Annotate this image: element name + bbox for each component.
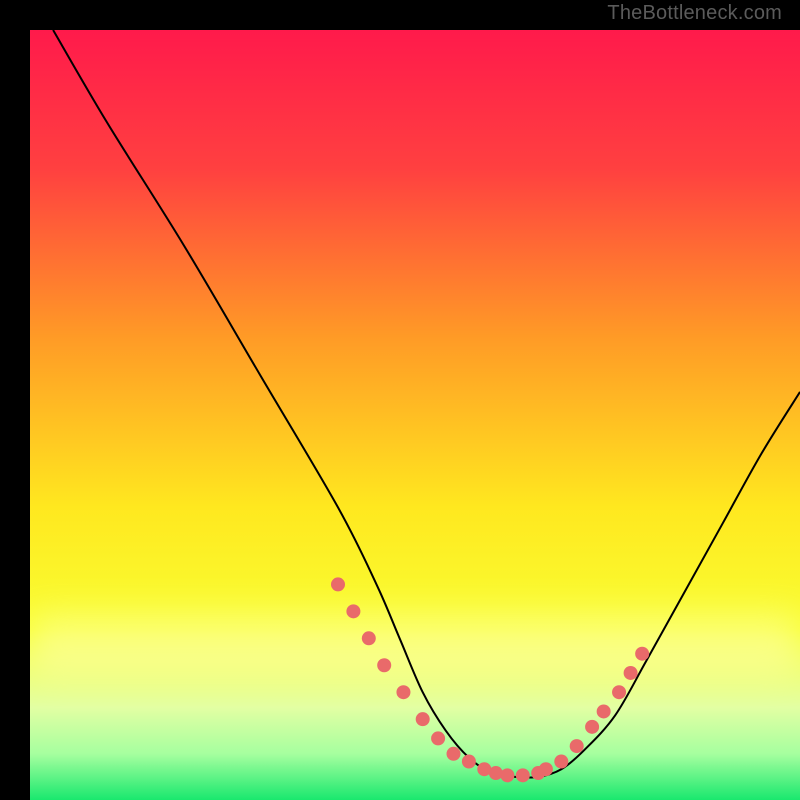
curve-marker	[539, 762, 553, 776]
curve-marker	[516, 768, 530, 782]
curve-marker	[346, 604, 360, 618]
curve-marker	[431, 731, 445, 745]
gradient-background	[30, 30, 800, 800]
highlight-band	[30, 615, 800, 675]
curve-marker	[570, 739, 584, 753]
curve-marker	[624, 666, 638, 680]
curve-marker	[331, 577, 345, 591]
curve-marker	[416, 712, 430, 726]
curve-marker	[585, 720, 599, 734]
curve-marker	[489, 766, 503, 780]
curve-marker	[377, 658, 391, 672]
curve-marker	[462, 755, 476, 769]
curve-marker	[396, 685, 410, 699]
curve-marker	[447, 747, 461, 761]
bottleneck-chart	[30, 30, 800, 800]
chart-frame	[15, 15, 785, 785]
curve-marker	[635, 647, 649, 661]
watermark-text: TheBottleneck.com	[607, 2, 782, 25]
plot-area	[30, 30, 800, 800]
curve-marker	[500, 768, 514, 782]
curve-marker	[597, 704, 611, 718]
curve-marker	[612, 685, 626, 699]
curve-marker	[362, 631, 376, 645]
curve-marker	[554, 755, 568, 769]
